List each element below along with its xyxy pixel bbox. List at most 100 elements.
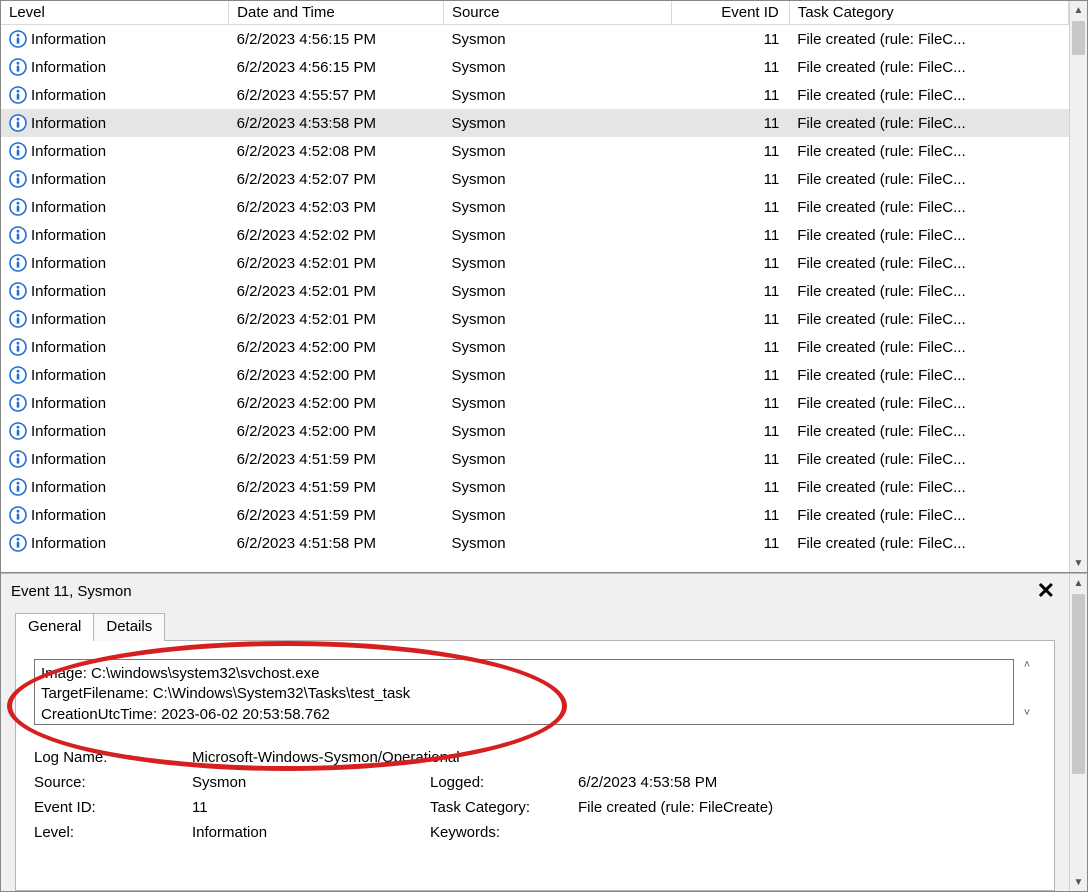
- scroll-down-icon[interactable]: ▼: [1070, 554, 1087, 572]
- cell-source: Sysmon: [443, 25, 671, 54]
- event-list-scrollbar[interactable]: ▲ ▼: [1069, 1, 1087, 572]
- value-level: Information: [192, 824, 422, 841]
- cell-level: Information: [1, 137, 229, 165]
- cell-eventid: 11: [671, 109, 789, 137]
- table-row[interactable]: Information6/2/2023 4:52:00 PMSysmon11Fi…: [1, 333, 1069, 361]
- close-icon[interactable]: ✕: [1033, 580, 1059, 602]
- detail-scroll-up-icon[interactable]: ▲: [1070, 574, 1087, 592]
- cell-level: Information: [1, 53, 229, 81]
- cell-level: Information: [1, 529, 229, 557]
- cell-source: Sysmon: [443, 333, 671, 361]
- event-detail-panel: Event 11, Sysmon ✕ General Details Image…: [1, 573, 1087, 891]
- cell-source: Sysmon: [443, 277, 671, 305]
- cell-source: Sysmon: [443, 81, 671, 109]
- information-icon: [9, 478, 27, 496]
- table-row[interactable]: Information6/2/2023 4:52:00 PMSysmon11Fi…: [1, 361, 1069, 389]
- table-row[interactable]: Information6/2/2023 4:51:59 PMSysmon11Fi…: [1, 473, 1069, 501]
- value-keywords: [578, 824, 1036, 841]
- table-row[interactable]: Information6/2/2023 4:56:15 PMSysmon11Fi…: [1, 25, 1069, 54]
- cell-level: Information: [1, 473, 229, 501]
- detail-scroll-thumb[interactable]: [1072, 594, 1085, 774]
- label-keywords: Keywords:: [430, 824, 570, 841]
- detail-scroll-track[interactable]: [1070, 592, 1087, 873]
- table-row[interactable]: Information6/2/2023 4:56:15 PMSysmon11Fi…: [1, 53, 1069, 81]
- msg-scroll-down-icon[interactable]: ˅: [1018, 707, 1036, 725]
- col-header-category[interactable]: Task Category: [789, 1, 1068, 25]
- cell-eventid: 11: [671, 361, 789, 389]
- cell-category: File created (rule: FileC...: [789, 137, 1068, 165]
- table-row[interactable]: Information6/2/2023 4:52:00 PMSysmon11Fi…: [1, 417, 1069, 445]
- table-row[interactable]: Information6/2/2023 4:51:59 PMSysmon11Fi…: [1, 501, 1069, 529]
- table-row[interactable]: Information6/2/2023 4:55:57 PMSysmon11Fi…: [1, 81, 1069, 109]
- tab-details[interactable]: Details: [93, 613, 165, 641]
- cell-source: Sysmon: [443, 137, 671, 165]
- cell-level: Information: [1, 333, 229, 361]
- msg-scroll-up-icon[interactable]: ˄: [1018, 659, 1036, 677]
- tab-general-body: Image: C:\windows\system32\svchost.exe T…: [15, 640, 1055, 891]
- col-header-level[interactable]: Level: [1, 1, 229, 25]
- cell-level: Information: [1, 417, 229, 445]
- cell-date: 6/2/2023 4:55:57 PM: [229, 81, 444, 109]
- table-row[interactable]: Information6/2/2023 4:52:01 PMSysmon11Fi…: [1, 249, 1069, 277]
- cell-level-text: Information: [31, 59, 106, 76]
- scroll-up-icon[interactable]: ▲: [1070, 1, 1087, 19]
- col-header-source[interactable]: Source: [443, 1, 671, 25]
- value-source: Sysmon: [192, 774, 422, 791]
- cell-level-text: Information: [31, 199, 106, 216]
- table-row[interactable]: Information6/2/2023 4:52:03 PMSysmon11Fi…: [1, 193, 1069, 221]
- detail-scroll-down-icon[interactable]: ▼: [1070, 873, 1087, 891]
- information-icon: [9, 506, 27, 524]
- cell-eventid: 11: [671, 137, 789, 165]
- table-row[interactable]: Information6/2/2023 4:52:01 PMSysmon11Fi…: [1, 277, 1069, 305]
- table-row[interactable]: Information6/2/2023 4:52:01 PMSysmon11Fi…: [1, 305, 1069, 333]
- event-message-box[interactable]: Image: C:\windows\system32\svchost.exe T…: [34, 659, 1014, 725]
- scroll-thumb[interactable]: [1072, 21, 1085, 55]
- cell-category: File created (rule: FileC...: [789, 361, 1068, 389]
- cell-level-text: Information: [31, 339, 106, 356]
- tab-general[interactable]: General: [15, 613, 94, 641]
- table-row[interactable]: Information6/2/2023 4:51:59 PMSysmon11Fi…: [1, 445, 1069, 473]
- cell-date: 6/2/2023 4:52:00 PM: [229, 417, 444, 445]
- table-row[interactable]: Information6/2/2023 4:52:02 PMSysmon11Fi…: [1, 221, 1069, 249]
- table-row[interactable]: Information6/2/2023 4:53:58 PMSysmon11Fi…: [1, 109, 1069, 137]
- information-icon: [9, 170, 27, 188]
- information-icon: [9, 30, 27, 48]
- cell-eventid: 11: [671, 305, 789, 333]
- table-row[interactable]: Information6/2/2023 4:52:00 PMSysmon11Fi…: [1, 389, 1069, 417]
- cell-source: Sysmon: [443, 249, 671, 277]
- cell-eventid: 11: [671, 389, 789, 417]
- event-viewer-window: Level Date and Time Source Event ID Task…: [0, 0, 1088, 892]
- cell-category: File created (rule: FileC...: [789, 165, 1068, 193]
- scroll-track[interactable]: [1070, 19, 1087, 554]
- table-row[interactable]: Information 6/2/2023 4:52:08 PMSysmon11Fi…: [1, 137, 1069, 165]
- col-header-date[interactable]: Date and Time: [229, 1, 444, 25]
- cell-source: Sysmon: [443, 165, 671, 193]
- event-list[interactable]: Level Date and Time Source Event ID Task…: [1, 1, 1069, 572]
- cell-date: 6/2/2023 4:52:07 PM: [229, 165, 444, 193]
- cell-category: File created (rule: FileC...: [789, 249, 1068, 277]
- table-header-row[interactable]: Level Date and Time Source Event ID Task…: [1, 1, 1069, 25]
- cell-date: 6/2/2023 4:52:00 PM: [229, 361, 444, 389]
- cell-level-text: Information: [31, 451, 106, 468]
- cell-eventid: 11: [671, 193, 789, 221]
- cell-source: Sysmon: [443, 53, 671, 81]
- label-source: Source:: [34, 774, 184, 791]
- table-row[interactable]: Information6/2/2023 4:51:58 PMSysmon11Fi…: [1, 529, 1069, 557]
- cell-level-text: Information: [31, 143, 106, 160]
- cell-eventid: 11: [671, 473, 789, 501]
- cell-source: Sysmon: [443, 361, 671, 389]
- detail-title: Event 11, Sysmon: [11, 583, 132, 600]
- information-icon: [9, 338, 27, 356]
- detail-scrollbar[interactable]: ▲ ▼: [1069, 574, 1087, 891]
- col-header-eventid[interactable]: Event ID: [671, 1, 789, 25]
- cell-eventid: 11: [671, 165, 789, 193]
- cell-date: 6/2/2023 4:52:08 PM: [229, 137, 444, 165]
- cell-source: Sysmon: [443, 305, 671, 333]
- information-icon: [9, 254, 27, 272]
- cell-level: Information: [1, 81, 229, 109]
- cell-eventid: 11: [671, 333, 789, 361]
- cell-date: 6/2/2023 4:52:03 PM: [229, 193, 444, 221]
- table-row[interactable]: Information6/2/2023 4:52:07 PMSysmon11Fi…: [1, 165, 1069, 193]
- cell-date: 6/2/2023 4:56:15 PM: [229, 53, 444, 81]
- message-scrollbar[interactable]: ˄ ˅: [1018, 659, 1036, 725]
